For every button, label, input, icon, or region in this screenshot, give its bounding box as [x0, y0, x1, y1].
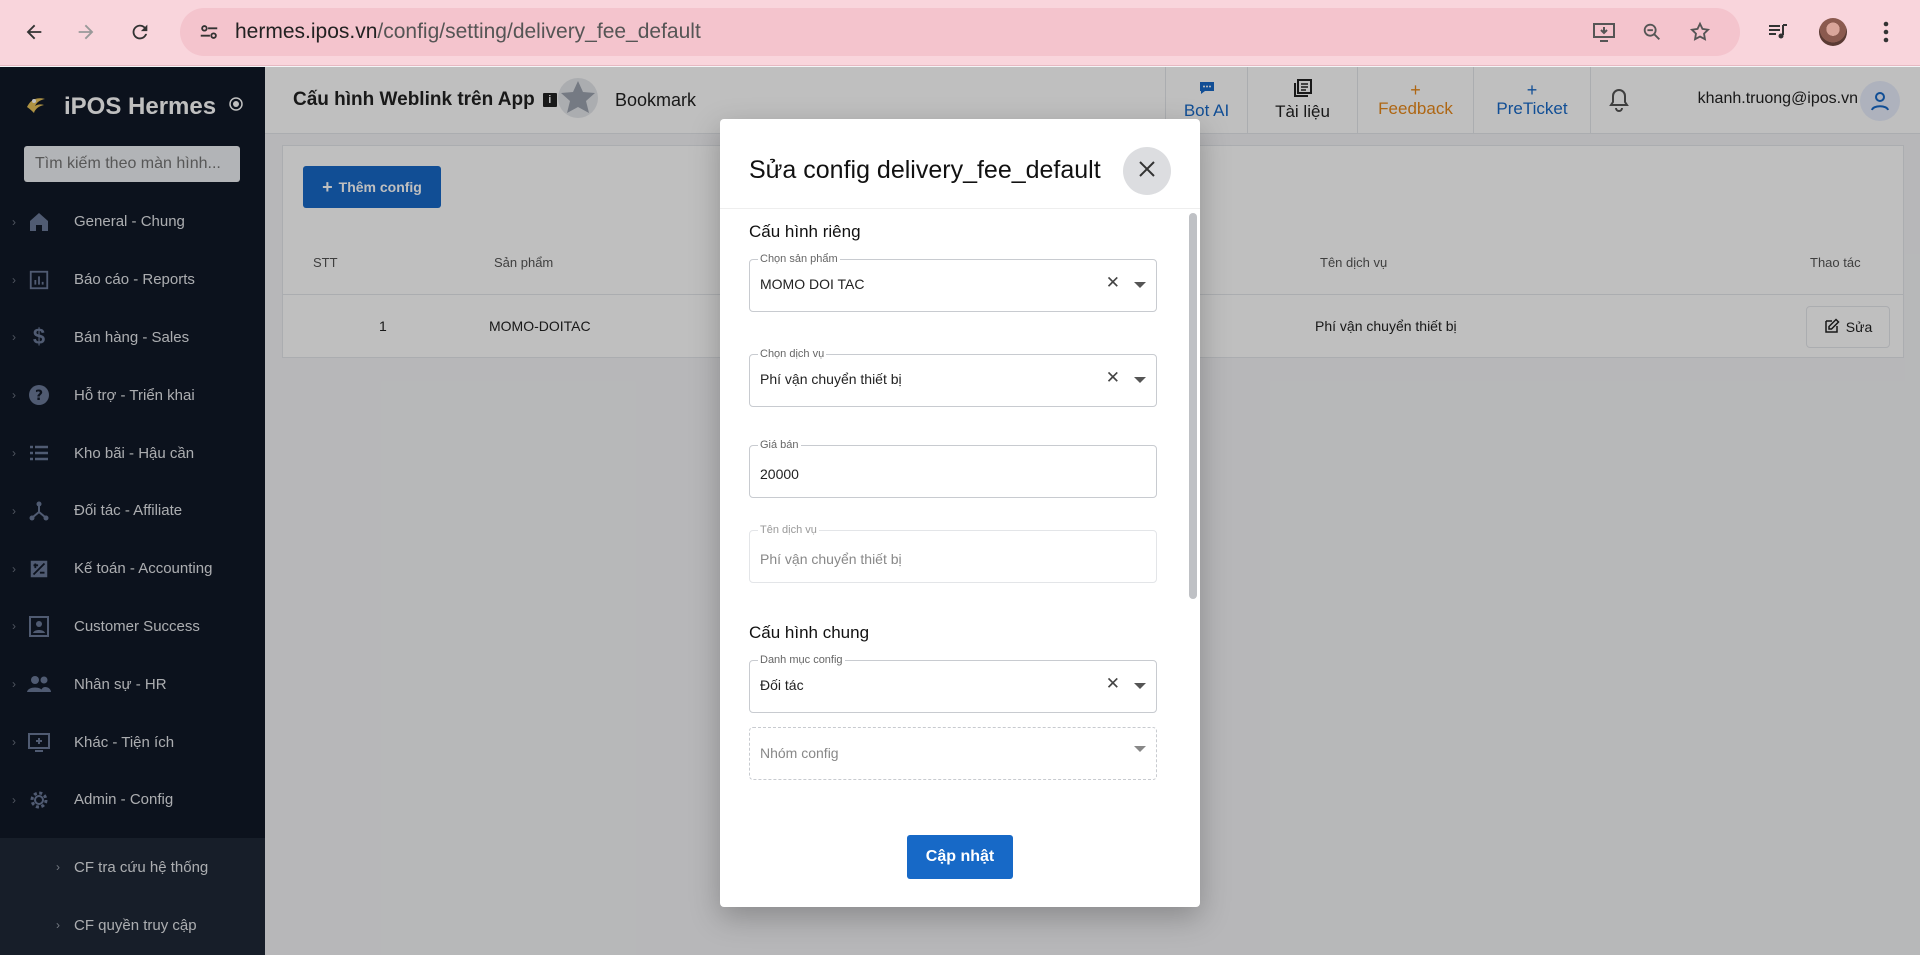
price-input[interactable]: Giá bán 20000: [749, 438, 1157, 498]
dropdown-arrow-icon[interactable]: [1134, 683, 1146, 689]
reload-icon[interactable]: [122, 14, 158, 50]
clear-icon[interactable]: ✕: [1106, 368, 1120, 388]
zoom-icon[interactable]: [1634, 14, 1670, 50]
clear-icon[interactable]: ✕: [1106, 674, 1120, 694]
star-icon[interactable]: [1682, 14, 1718, 50]
service-name-field: Tên dịch vụ Phí vận chuyển thiết bị: [749, 523, 1157, 583]
dialog-title: Sửa config delivery_fee_default: [749, 156, 1101, 184]
site-settings-icon[interactable]: [198, 21, 220, 48]
install-app-icon[interactable]: [1586, 14, 1622, 50]
media-icon[interactable]: [1760, 14, 1796, 50]
edit-config-dialog: Sửa config delivery_fee_default Cấu hình…: [720, 119, 1200, 907]
close-icon: [1138, 160, 1156, 183]
browser-toolbar: hermes.ipos.vn/config/setting/delivery_f…: [0, 0, 1920, 66]
dialog-header-divider: [720, 208, 1200, 209]
back-icon[interactable]: [16, 14, 52, 50]
menu-kebab-icon[interactable]: [1868, 14, 1904, 50]
dialog-scrollbar-thumb[interactable]: [1189, 213, 1197, 599]
clear-icon[interactable]: ✕: [1106, 273, 1120, 293]
forward-icon[interactable]: [68, 14, 104, 50]
section-general-config: Cấu hình chung: [749, 623, 870, 642]
dropdown-arrow-icon[interactable]: [1134, 377, 1146, 383]
service-select[interactable]: Chọn dịch vụ Phí vận chuyển thiết bị ✕: [749, 347, 1157, 407]
group-select[interactable]: Nhóm config: [749, 727, 1157, 780]
profile-avatar[interactable]: [1815, 14, 1851, 50]
dropdown-arrow-icon[interactable]: [1134, 746, 1146, 752]
section-private-config: Cấu hình riêng: [749, 222, 861, 241]
url-text[interactable]: hermes.ipos.vn/config/setting/delivery_f…: [235, 20, 701, 44]
product-select[interactable]: Chọn sản phẩm MOMO DOI TAC ✕: [749, 252, 1157, 312]
category-select[interactable]: Danh mục config Đối tác ✕: [749, 653, 1157, 713]
update-button[interactable]: Cập nhật: [907, 835, 1013, 879]
close-button[interactable]: [1123, 147, 1171, 195]
dropdown-arrow-icon[interactable]: [1134, 282, 1146, 288]
address-bar[interactable]: hermes.ipos.vn/config/setting/delivery_f…: [180, 8, 1740, 56]
